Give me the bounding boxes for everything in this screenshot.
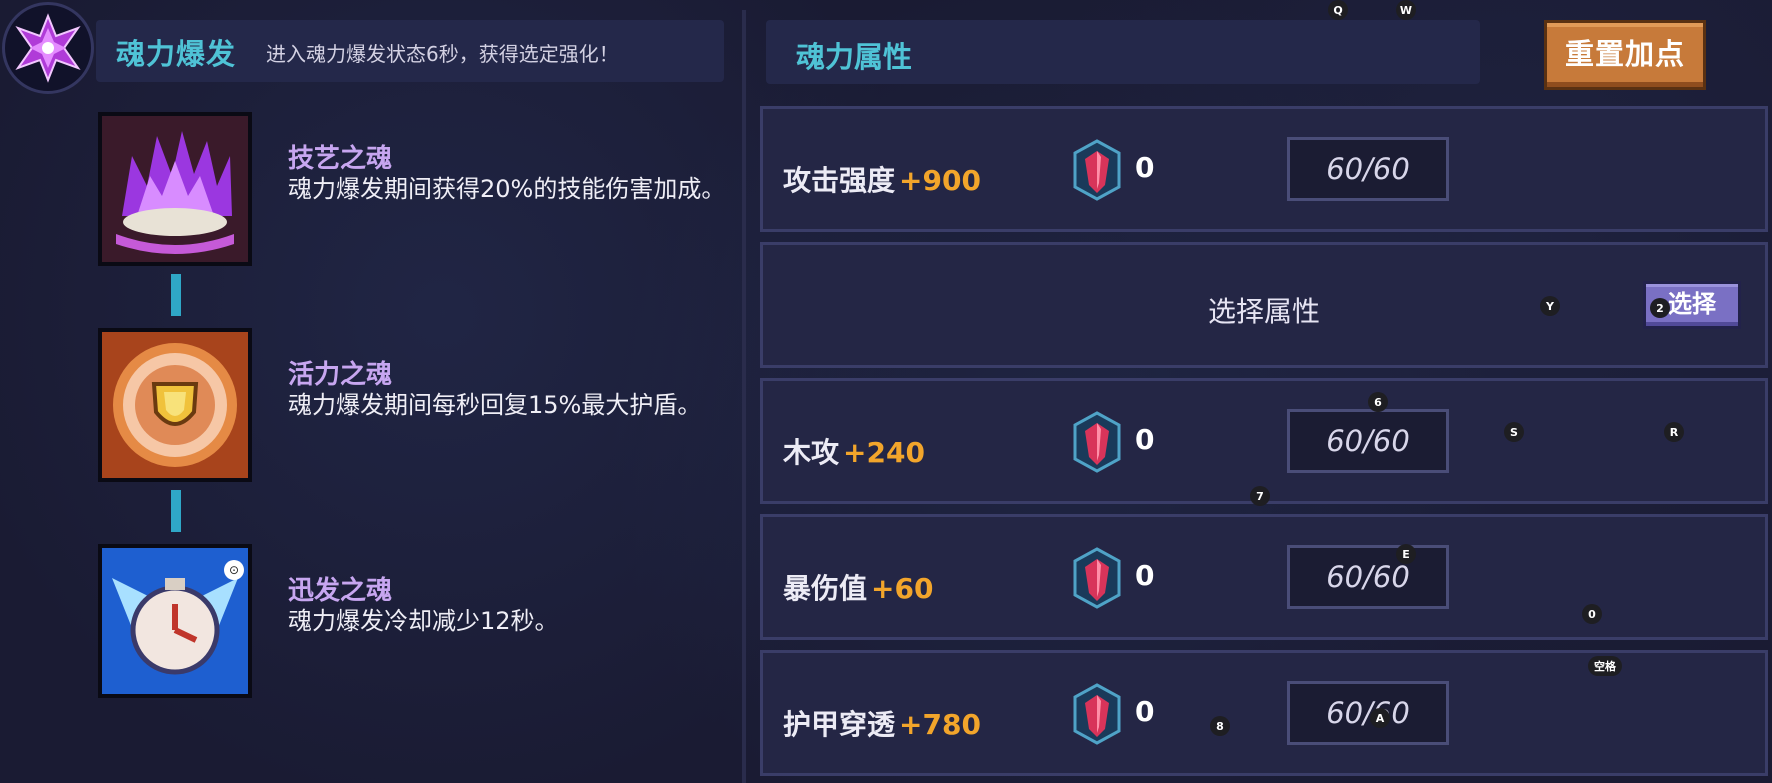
mouse-icon: ⊙ bbox=[224, 560, 244, 580]
soul-name: 迅发之魂 bbox=[288, 576, 393, 606]
attribute-progress: 60/60 bbox=[1287, 681, 1449, 745]
soul-attributes-title: 魂力属性 bbox=[796, 40, 913, 74]
key-hint-6: 6 bbox=[1368, 392, 1388, 412]
soul-gem-icon bbox=[1071, 683, 1123, 745]
attribute-row[interactable]: 木攻 +240 0 60/60 bbox=[760, 378, 1768, 504]
select-attribute-label: 选择属性 bbox=[1207, 295, 1320, 328]
key-hint-w: W bbox=[1396, 0, 1416, 20]
attribute-label: 木攻 bbox=[783, 436, 840, 469]
key-hint-2: 2 bbox=[1650, 298, 1670, 318]
attribute-bonus: +60 bbox=[871, 572, 934, 605]
attribute-row[interactable]: 攻击强度 +900 0 60/60 bbox=[760, 106, 1768, 232]
attribute-name: 攻击强度 +900 bbox=[783, 159, 981, 199]
attribute-progress: 60/60 bbox=[1287, 545, 1449, 609]
shield-sun-icon[interactable] bbox=[98, 328, 252, 482]
key-hint-s: S bbox=[1504, 422, 1524, 442]
purple-flame-icon[interactable] bbox=[98, 112, 252, 266]
attribute-row[interactable]: 暴伤值 +60 0 60/60 bbox=[760, 514, 1768, 640]
soul-burst-description: 进入魂力爆发状态6秒，获得选定强化！ bbox=[266, 42, 619, 66]
key-hint-y: Y bbox=[1540, 296, 1560, 316]
attribute-count: 0 bbox=[1135, 559, 1155, 592]
key-hint-8: 8 bbox=[1210, 716, 1230, 736]
key-hint-a: A bbox=[1370, 708, 1390, 728]
key-hint-7: 7 bbox=[1250, 486, 1270, 506]
attribute-label: 暴伤值 bbox=[783, 572, 868, 605]
attribute-label: 护甲穿透 bbox=[783, 708, 896, 741]
soul-name: 技艺之魂 bbox=[288, 144, 393, 174]
key-hint-0: 0 bbox=[1582, 604, 1602, 624]
key-hint-q: Q bbox=[1328, 0, 1348, 20]
attribute-progress: 60/60 bbox=[1287, 137, 1449, 201]
soul-connector bbox=[171, 274, 181, 316]
attribute-name: 护甲穿透 +780 bbox=[783, 703, 981, 743]
attribute-bonus: +900 bbox=[899, 164, 981, 197]
soul-connector bbox=[171, 490, 181, 532]
attribute-label: 攻击强度 bbox=[783, 164, 896, 197]
soul-description: 魂力爆发冷却减少12秒。 bbox=[288, 607, 559, 635]
key-hint-e: E bbox=[1396, 544, 1416, 564]
soul-gem-icon bbox=[1071, 547, 1123, 609]
soul-gem-icon bbox=[1071, 139, 1123, 201]
key-hint-r: R bbox=[1664, 422, 1684, 442]
soul-description: 魂力爆发期间每秒回复15%最大护盾。 bbox=[288, 391, 702, 419]
soul-description: 魂力爆发期间获得20%的技能伤害加成。 bbox=[288, 175, 726, 203]
key-hint-space: 空格 bbox=[1588, 656, 1622, 676]
panel-divider bbox=[742, 10, 746, 783]
attribute-count: 0 bbox=[1135, 695, 1155, 728]
attribute-progress: 60/60 bbox=[1287, 409, 1449, 473]
soul-gem-icon bbox=[1071, 411, 1123, 473]
reset-points-button[interactable]: 重置加点 bbox=[1544, 20, 1706, 90]
soul-name: 活力之魂 bbox=[288, 360, 393, 390]
soul-burst-title: 魂力爆发 bbox=[116, 37, 237, 71]
soul-burst-emblem-icon bbox=[2, 2, 94, 94]
attribute-bonus: +780 bbox=[899, 708, 981, 741]
attribute-name: 暴伤值 +60 bbox=[783, 567, 933, 607]
attribute-name: 木攻 +240 bbox=[783, 431, 925, 471]
attribute-count: 0 bbox=[1135, 423, 1155, 456]
attribute-bonus: +240 bbox=[843, 436, 925, 469]
attribute-count: 0 bbox=[1135, 151, 1155, 184]
select-attribute-row: 选择属性 选择 bbox=[760, 242, 1768, 368]
